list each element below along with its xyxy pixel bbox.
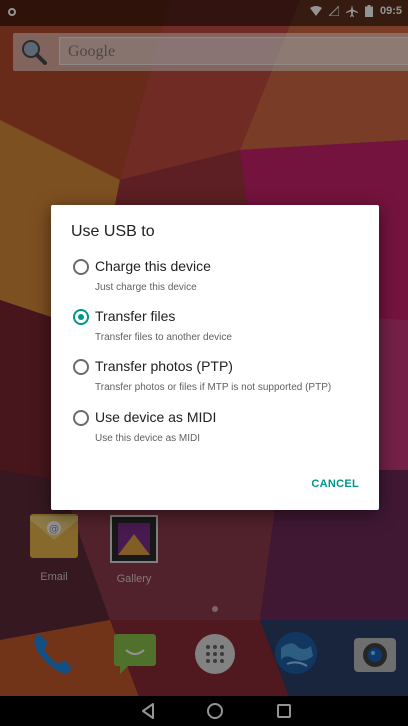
option-description: Just charge this device bbox=[95, 282, 197, 293]
radio-button[interactable] bbox=[73, 359, 89, 375]
option-label: Transfer photos (PTP) bbox=[95, 358, 233, 374]
radio-button-selected[interactable] bbox=[73, 309, 89, 325]
option-transfer-photos-ptp[interactable]: Transfer photos (PTP) Transfer photos or… bbox=[71, 358, 381, 408]
radio-button[interactable] bbox=[73, 410, 89, 426]
dialog-title: Use USB to bbox=[71, 223, 155, 240]
option-description: Use this device as MIDI bbox=[95, 433, 201, 444]
radio-button[interactable] bbox=[73, 259, 89, 275]
option-charge-this-device[interactable]: Charge this device Just charge this devi… bbox=[71, 258, 381, 308]
option-use-device-as-midi[interactable]: Use device as MIDI Use this device as MI… bbox=[71, 409, 381, 459]
option-label: Charge this device bbox=[95, 258, 211, 274]
usb-options-dialog: Use USB to Charge this device Just charg… bbox=[51, 205, 379, 510]
android-home-screen: 09:5 Google @ Email Gallery Use USB to C… bbox=[0, 0, 408, 726]
option-description: Transfer files to another device bbox=[95, 332, 232, 343]
option-label: Transfer files bbox=[95, 308, 176, 324]
option-description: Transfer photos or files if MTP is not s… bbox=[95, 382, 332, 393]
option-transfer-files[interactable]: Transfer files Transfer files to another… bbox=[71, 308, 381, 358]
option-label: Use device as MIDI bbox=[95, 409, 217, 425]
cancel-button[interactable]: CANCEL bbox=[311, 478, 359, 490]
